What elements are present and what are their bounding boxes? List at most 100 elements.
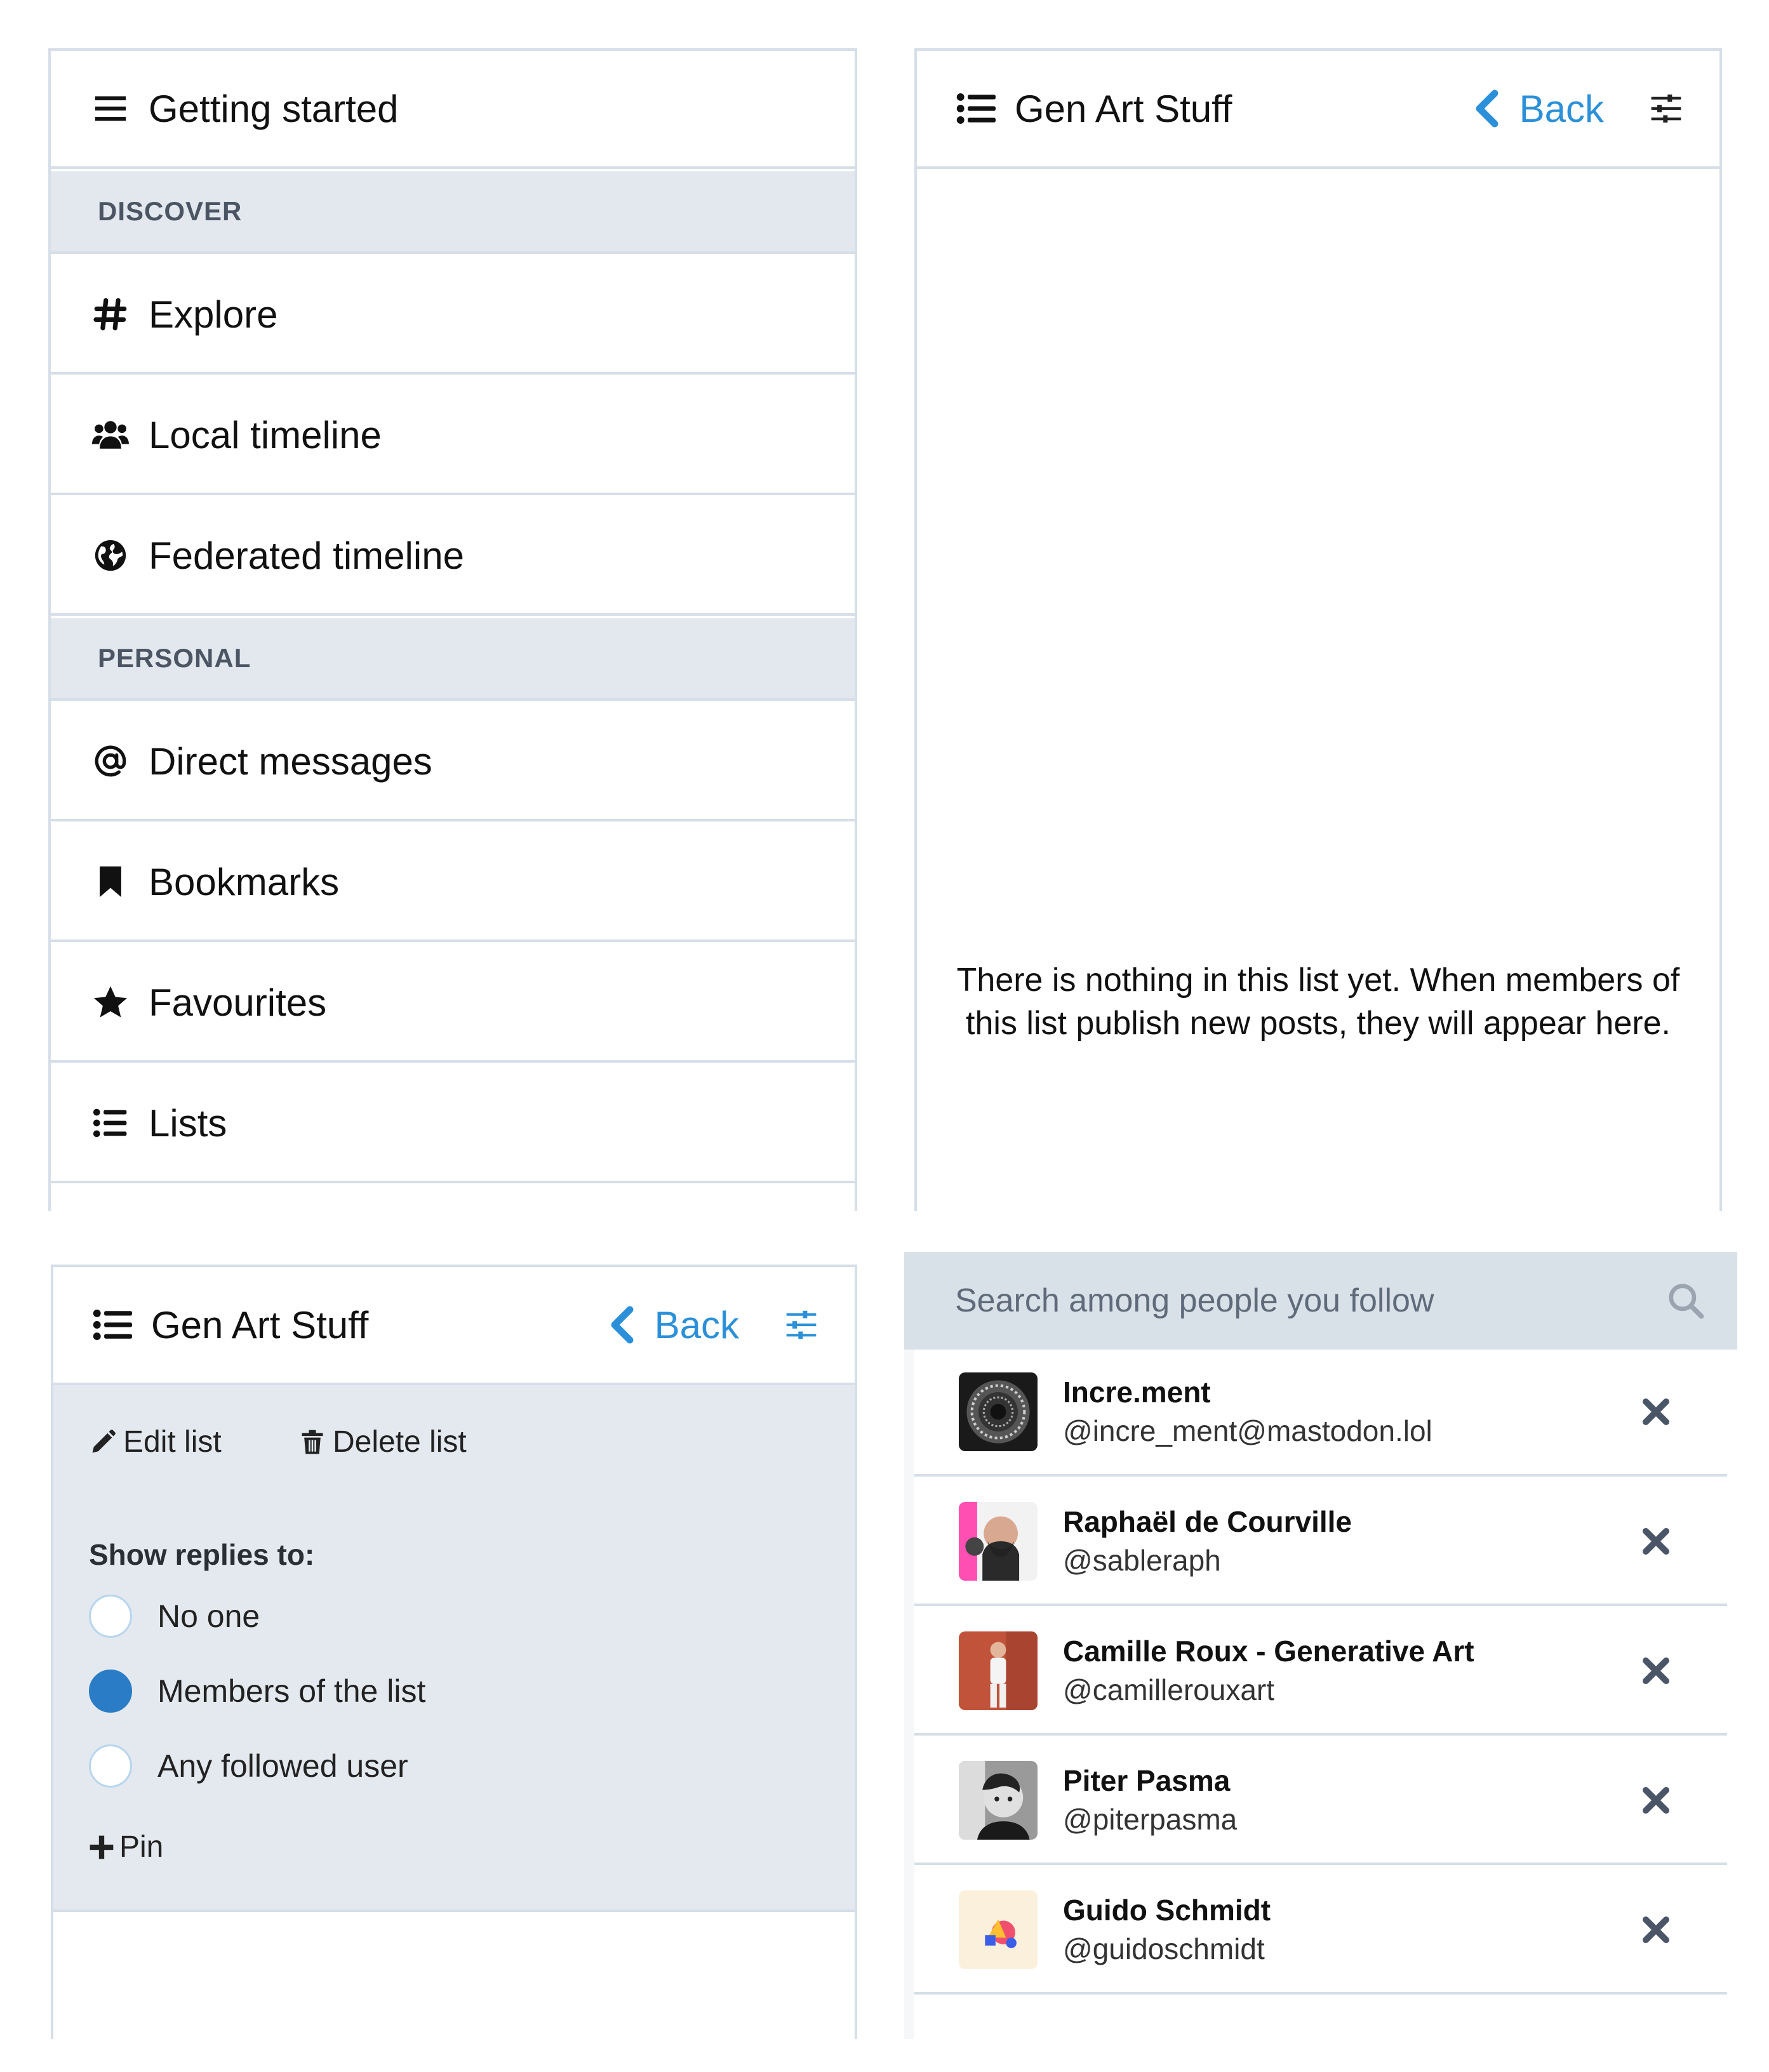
column-header: Gen Art Stuff Back — [53, 1267, 855, 1385]
member-info: Raphaël de Courville @sableraph — [1063, 1503, 1641, 1580]
radio-button[interactable] — [89, 1744, 132, 1788]
column-title: Gen Art Stuff — [151, 1303, 369, 1346]
avatar — [959, 1372, 1038, 1451]
nav-direct-messages-label: Direct messages — [149, 740, 432, 783]
avatar — [959, 1890, 1038, 1969]
member-name: Guido Schmidt — [1063, 1894, 1271, 1927]
bookmark-icon — [91, 863, 130, 901]
chevron-left-icon — [611, 1306, 634, 1344]
nav-favourites[interactable]: Favourites — [51, 945, 855, 1063]
radio-option-no-one[interactable]: No one — [89, 1595, 260, 1638]
delete-list-button[interactable]: Delete list — [298, 1424, 467, 1459]
nav-explore[interactable]: Explore — [51, 256, 855, 375]
member-name: Raphaël de Courville — [1063, 1505, 1352, 1538]
users-icon — [91, 416, 130, 454]
avatar — [959, 1631, 1038, 1710]
edit-list-label: Edit list — [123, 1425, 222, 1459]
list-icon — [91, 1104, 130, 1142]
plus-icon — [90, 1835, 114, 1859]
navigation-column: Getting started DISCOVER Explore Local t… — [36, 36, 869, 1211]
member-handle: @piterpasma — [1063, 1803, 1238, 1836]
list-icon — [956, 93, 996, 124]
back-button[interactable]: Back — [1474, 87, 1604, 131]
member-handle: @sableraph — [1063, 1544, 1221, 1577]
column-title: Gen Art Stuff — [1015, 87, 1232, 130]
navigation-panel: Getting started DISCOVER Explore Local t… — [48, 48, 857, 1211]
nav-local-timeline-label: Local timeline — [149, 413, 382, 456]
trash-icon — [302, 1430, 323, 1454]
member-name: Piter Pasma — [1063, 1764, 1231, 1797]
chevron-left-icon — [1476, 90, 1499, 128]
avatar — [959, 1502, 1038, 1581]
remove-member-icon[interactable] — [1641, 1915, 1671, 1945]
section-heading-personal: PERSONAL — [51, 618, 855, 701]
delete-list-label: Delete list — [333, 1425, 467, 1459]
search-icon — [1669, 1284, 1704, 1319]
list-column-settings: Gen Art Stuff Back Edit list Delete list… — [36, 1252, 869, 2039]
search-input[interactable]: Search among people you follow — [955, 1282, 1666, 1320]
member-info: Camille Roux - Generative Art @camillero… — [1063, 1632, 1641, 1710]
member-info: Piter Pasma @piterpasma — [1063, 1762, 1641, 1839]
member-handle: @camillerouxart — [1063, 1673, 1275, 1706]
list-settings-panel: Gen Art Stuff Back Edit list Delete list… — [51, 1265, 857, 2039]
radio-label: No one — [157, 1598, 260, 1634]
pin-button[interactable]: Pin — [89, 1830, 163, 1864]
globe-icon — [91, 536, 130, 574]
radio-option-any-followed-user[interactable]: Any followed user — [89, 1744, 408, 1788]
hamburger-icon — [91, 90, 130, 128]
radio-label: Any followed user — [157, 1748, 408, 1784]
back-button-label: Back — [1519, 87, 1604, 130]
remove-member-icon[interactable] — [1641, 1785, 1671, 1816]
sliders-icon[interactable] — [784, 1307, 819, 1343]
member-row: Raphaël de Courville @sableraph — [914, 1479, 1727, 1606]
nav-favourites-label: Favourites — [149, 981, 327, 1024]
nav-direct-messages[interactable]: Direct messages — [51, 703, 855, 821]
star-icon — [91, 983, 130, 1021]
member-row: Guido Schmidt @guidoschmidt — [914, 1868, 1727, 1995]
avatar — [959, 1761, 1038, 1840]
hashtag-icon — [91, 295, 130, 333]
edit-list-button[interactable]: Edit list — [89, 1424, 222, 1459]
section-heading-discover: DISCOVER — [51, 171, 855, 254]
empty-list-message: There is nothing in this list yet. When … — [956, 962, 1680, 1042]
nav-bookmarks-label: Bookmarks — [149, 860, 340, 903]
remove-member-icon[interactable] — [1641, 1656, 1671, 1686]
list-icon — [93, 1309, 132, 1341]
nav-bookmarks[interactable]: Bookmarks — [51, 824, 855, 942]
radio-button[interactable] — [89, 1595, 132, 1638]
at-sign-icon — [91, 742, 130, 780]
member-handle: @guidoschmidt — [1063, 1932, 1265, 1965]
pencil-icon — [92, 1429, 116, 1452]
back-button[interactable]: Back — [609, 1303, 739, 1347]
nav-lists[interactable]: Lists — [51, 1065, 855, 1183]
member-row: Incre.ment @incre_ment@mastodon.lol — [914, 1350, 1727, 1477]
nav-explore-label: Explore — [149, 293, 278, 336]
background-column — [904, 1252, 914, 2039]
pin-label: Pin — [119, 1830, 164, 1864]
list-column-panel: Gen Art Stuff Back There is nothing in t… — [914, 48, 1722, 1211]
member-row: Piter Pasma @piterpasma — [914, 1738, 1727, 1865]
member-search-bar[interactable]: Search among people you follow — [904, 1252, 1737, 1350]
list-settings-area: Edit list Delete list Show replies to: N… — [53, 1385, 855, 1912]
nav-lists-label: Lists — [149, 1101, 227, 1145]
member-info: Guido Schmidt @guidoschmidt — [1063, 1891, 1641, 1969]
list-members-panel: Search among people you follow Incre.men… — [904, 1252, 1737, 2039]
member-name: Incre.ment — [1063, 1376, 1211, 1409]
nav-local-timeline[interactable]: Local timeline — [51, 377, 855, 495]
nav-getting-started[interactable]: Getting started — [51, 51, 855, 169]
nav-federated-timeline[interactable]: Federated timeline — [51, 498, 855, 616]
remove-member-icon[interactable] — [1641, 1526, 1671, 1557]
show-replies-label: Show replies to: — [89, 1538, 315, 1571]
member-info: Incre.ment @incre_ment@mastodon.lol — [1063, 1373, 1641, 1451]
radio-option-members-of-list[interactable]: Members of the list — [89, 1670, 425, 1713]
radio-button-checked[interactable] — [89, 1670, 132, 1713]
member-row: Camille Roux - Generative Art @camillero… — [914, 1609, 1727, 1736]
nav-federated-timeline-label: Federated timeline — [149, 534, 464, 577]
nav-getting-started-label: Getting started — [149, 87, 399, 130]
member-handle: @incre_ment@mastodon.lol — [1063, 1414, 1432, 1447]
list-column-empty: Gen Art Stuff Back There is nothing in t… — [904, 36, 1737, 1211]
radio-label: Members of the list — [157, 1673, 426, 1709]
column-header: Gen Art Stuff Back — [917, 51, 1719, 169]
sliders-icon[interactable] — [1648, 91, 1684, 126]
remove-member-icon[interactable] — [1641, 1397, 1671, 1427]
